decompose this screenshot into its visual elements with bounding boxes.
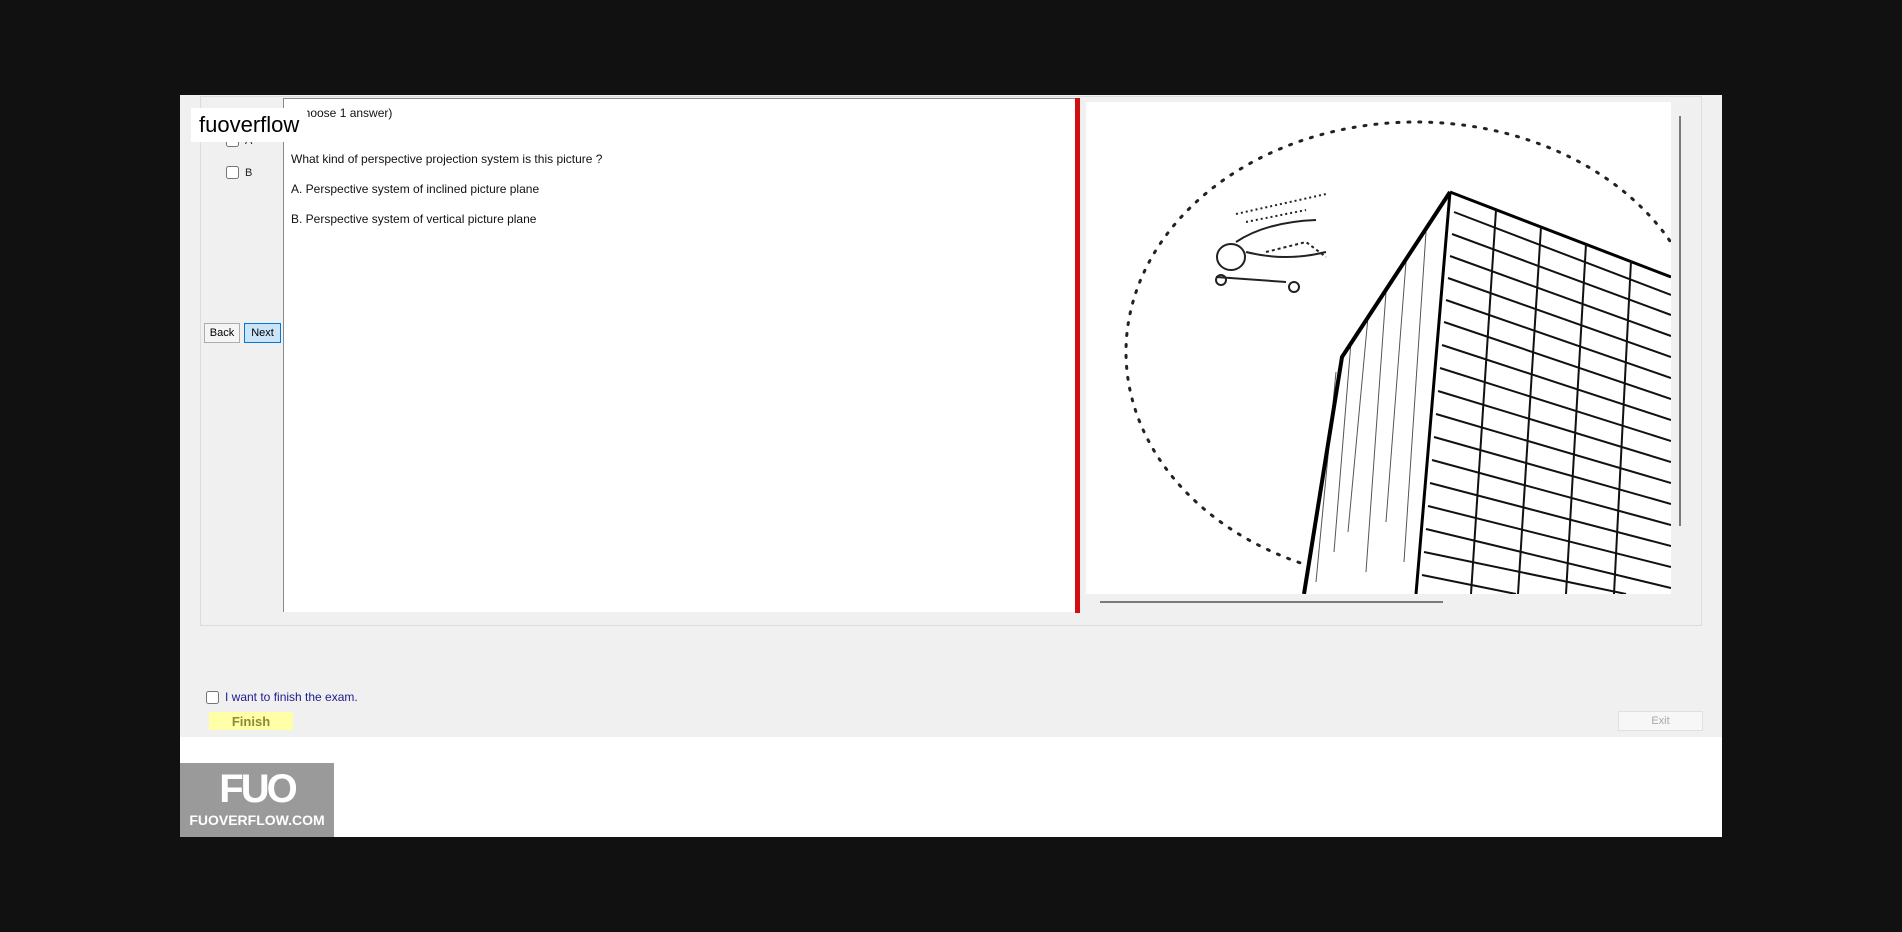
skyscraper-drawing-icon [1124,120,1671,594]
option-a-text: A. Perspective system of inclined pictur… [291,182,540,196]
splitter[interactable] [1075,98,1080,613]
logo-site: FUOVERFLOW.COM [189,812,325,828]
finish-exam-label: I want to finish the exam. [225,690,358,704]
question-text: What kind of perspective projection syst… [291,152,603,166]
footer-area [180,737,1722,837]
answer-b-option[interactable]: B [226,166,252,179]
watermark: fuoverflow [191,108,308,142]
answer-b-label: B [245,166,253,179]
question-pane: (Choose 1 answer) What kind of perspecti… [283,98,1075,612]
logo-mark: FUO [219,767,297,811]
finish-exam-option[interactable]: I want to finish the exam. [206,690,358,704]
vertical-scrollbar[interactable] [1679,116,1681,526]
horizontal-scrollbar[interactable] [1100,601,1443,603]
fuoverflow-logo: FUO FUOVERFLOW.COM [180,763,334,837]
option-b-text: B. Perspective system of vertical pictur… [291,212,537,226]
answer-b-checkbox[interactable] [226,166,239,179]
back-button[interactable]: Back [204,323,240,343]
finish-exam-checkbox[interactable] [206,690,219,704]
next-button[interactable]: Next [244,323,281,343]
exit-button[interactable]: Exit [1618,711,1703,731]
finish-button[interactable]: Finish [209,712,293,730]
question-image [1086,102,1671,594]
